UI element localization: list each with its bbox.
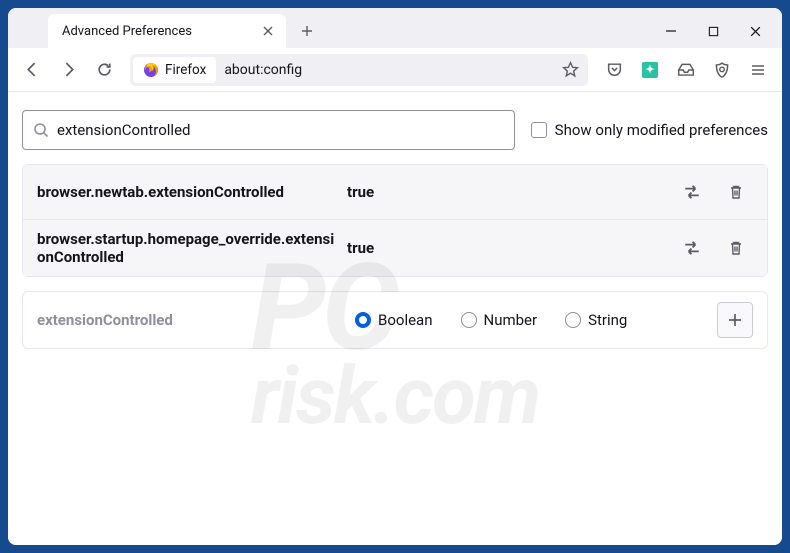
new-pref-row: extensionControlled Boolean Number Strin…: [22, 291, 768, 349]
checkbox-label: Show only modified preferences: [555, 121, 768, 139]
delete-button[interactable]: [719, 175, 753, 209]
firefox-icon: [143, 62, 159, 78]
tab-bar: Advanced Preferences: [8, 8, 782, 48]
radio-label: Boolean: [378, 311, 433, 329]
radio-dot: [355, 312, 371, 328]
address-bar[interactable]: Firefox about:config: [130, 54, 588, 86]
new-tab-button[interactable]: [292, 16, 322, 46]
maximize-button[interactable]: [692, 16, 734, 46]
config-topbar: Show only modified preferences: [22, 110, 768, 150]
radio-string[interactable]: String: [565, 311, 627, 329]
menu-button[interactable]: [742, 54, 774, 86]
window-controls: [650, 16, 776, 46]
site-identity[interactable]: Firefox: [133, 57, 216, 83]
search-icon: [33, 122, 49, 138]
radio-label: Number: [484, 311, 538, 329]
radio-label: String: [588, 311, 627, 329]
bookmark-star-icon[interactable]: [556, 61, 584, 78]
add-pref-button[interactable]: [717, 302, 753, 338]
modified-only-checkbox[interactable]: Show only modified preferences: [531, 121, 768, 139]
pref-value: true: [347, 183, 665, 201]
pocket-icon[interactable]: [598, 54, 630, 86]
delete-button[interactable]: [719, 231, 753, 265]
extension-icon[interactable]: ✦: [634, 54, 666, 86]
checkbox-box: [531, 122, 547, 138]
toggle-button[interactable]: [675, 231, 709, 265]
browser-tab[interactable]: Advanced Preferences: [48, 14, 286, 48]
pref-row: browser.newtab.extensionControlled true: [23, 165, 767, 220]
nav-toolbar: Firefox about:config ✦: [8, 48, 782, 92]
close-tab-icon[interactable]: [260, 23, 276, 39]
config-page: Show only modified preferences browser.n…: [8, 92, 782, 545]
pref-name: browser.newtab.extensionControlled: [37, 183, 337, 201]
pref-results: browser.newtab.extensionControlled true …: [22, 164, 768, 277]
identity-label: Firefox: [165, 62, 206, 78]
radio-boolean[interactable]: Boolean: [355, 311, 433, 329]
radio-dot: [461, 312, 477, 328]
back-button[interactable]: [16, 54, 48, 86]
pref-type-radiogroup: Boolean Number String: [355, 311, 699, 329]
minimize-button[interactable]: [650, 16, 692, 46]
radio-number[interactable]: Number: [461, 311, 538, 329]
forward-button[interactable]: [52, 54, 84, 86]
pref-row: browser.startup.homepage_override.extens…: [23, 220, 767, 276]
inbox-icon[interactable]: [670, 54, 702, 86]
pref-name: browser.startup.homepage_override.extens…: [37, 230, 337, 266]
tab-title: Advanced Preferences: [62, 24, 252, 39]
toggle-button[interactable]: [675, 175, 709, 209]
config-search[interactable]: [22, 110, 515, 150]
close-window-button[interactable]: [734, 16, 776, 46]
reload-button[interactable]: [88, 54, 120, 86]
url-text: about:config: [224, 62, 556, 78]
pref-value: true: [347, 239, 665, 257]
radio-dot: [565, 312, 581, 328]
shield-icon[interactable]: [706, 54, 738, 86]
config-search-input[interactable]: [57, 121, 504, 139]
new-pref-name: extensionControlled: [37, 311, 337, 329]
